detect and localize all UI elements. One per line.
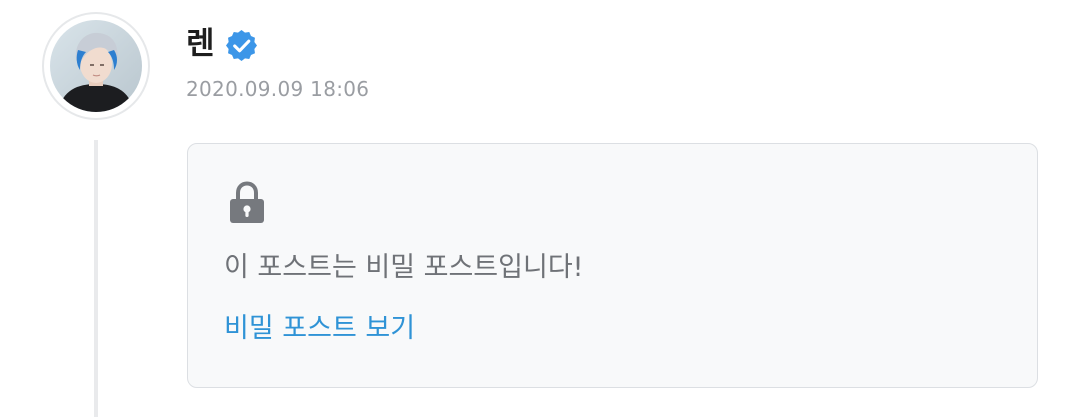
secret-post-message: 이 포스트는 비밀 포스트입니다! [224, 252, 584, 283]
lock-icon [230, 181, 264, 223]
author-avatar [50, 20, 142, 112]
view-secret-post-link[interactable]: 비밀 포스트 보기 [224, 311, 415, 347]
verified-badge-icon [226, 30, 257, 61]
secret-post-card: 이 포스트는 비밀 포스트입니다! 비밀 포스트 보기 [187, 143, 1038, 388]
thread-line [94, 140, 98, 417]
post-timestamp: 2020.09.09 18:06 [186, 77, 370, 101]
avatar-frame[interactable] [42, 12, 150, 120]
author-name[interactable]: 렌 [186, 24, 215, 64]
